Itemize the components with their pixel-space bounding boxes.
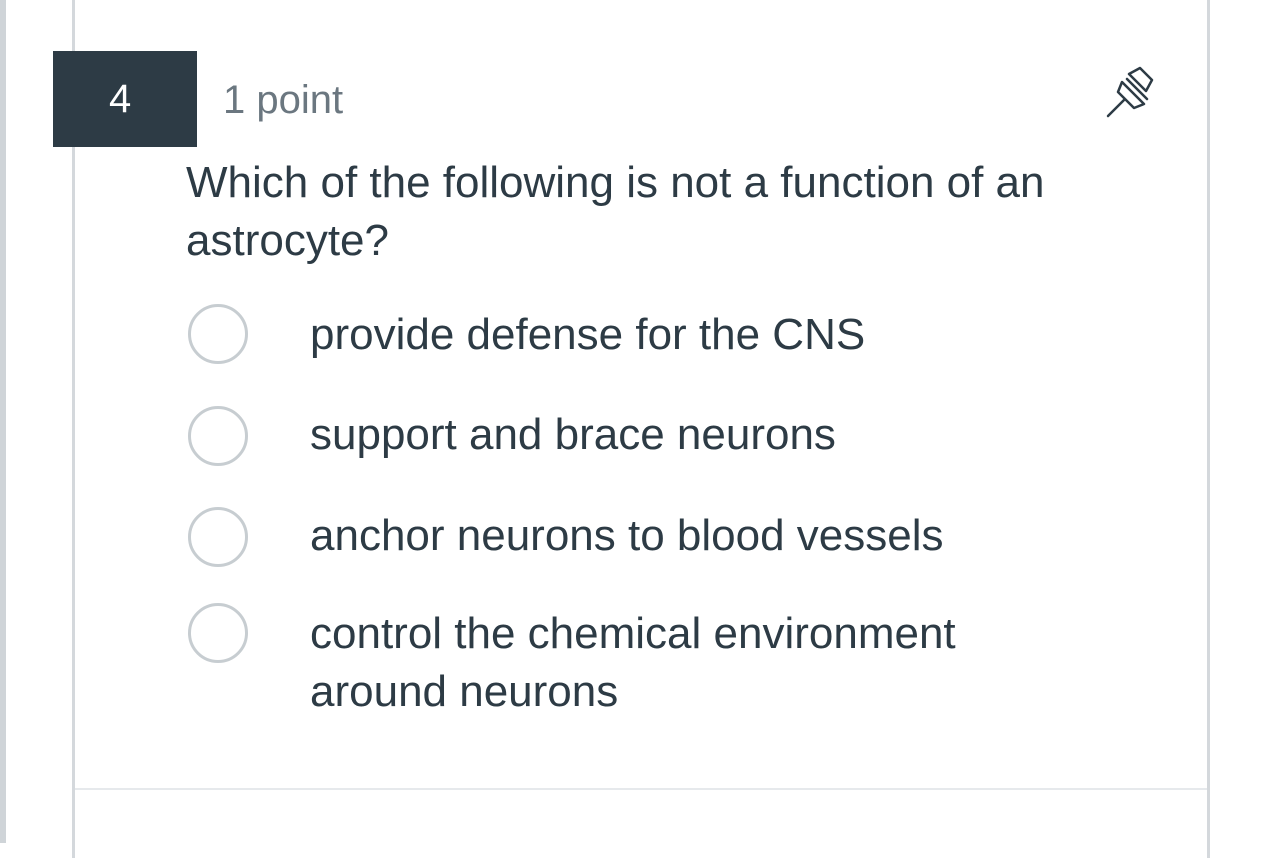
pin-icon[interactable] — [1100, 66, 1160, 118]
radio-button[interactable] — [188, 406, 248, 466]
question-points: 1 point — [223, 78, 344, 122]
radio-button[interactable] — [188, 603, 248, 663]
radio-button[interactable] — [188, 507, 248, 567]
question-number-badge: 4 — [53, 51, 197, 147]
question-text: Which of the following is not a function… — [186, 158, 1045, 265]
answer-label[interactable]: anchor neurons to blood vessels — [310, 507, 1070, 565]
answer-label[interactable]: provide defense for the CNS — [310, 306, 1070, 364]
radio-button[interactable] — [188, 304, 248, 364]
answer-label[interactable]: control the chemical environment around … — [310, 605, 1070, 721]
card-divider — [75, 788, 1207, 790]
answer-label[interactable]: support and brace neurons — [310, 406, 1070, 464]
page-left-border — [0, 0, 6, 843]
